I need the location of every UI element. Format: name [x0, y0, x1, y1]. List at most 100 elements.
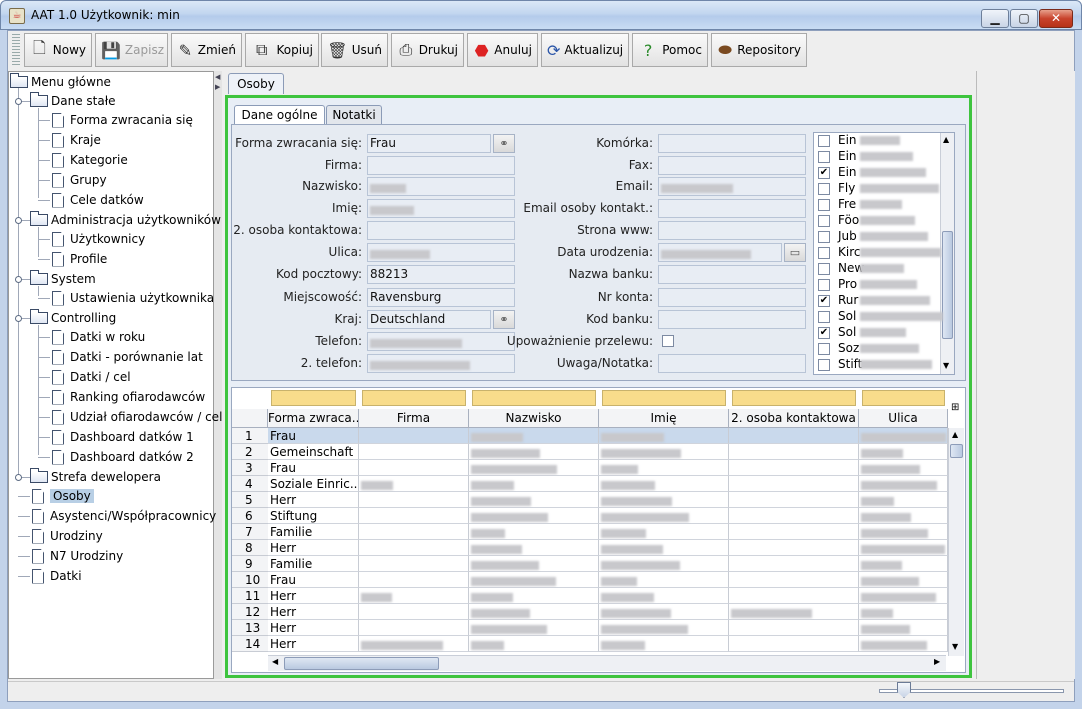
checklist-scrollbar[interactable]: ▲ ▼	[940, 133, 954, 374]
tree-group-3[interactable]: Controlling	[30, 309, 116, 327]
pomoc-button[interactable]: ? Pomoc	[632, 33, 708, 67]
tree-item[interactable]: Datki w roku	[52, 328, 145, 346]
table-cell[interactable]	[729, 428, 859, 444]
tree-item[interactable]: Kategorie	[52, 151, 128, 169]
zmień-button[interactable]: ✎ Zmień	[171, 33, 242, 67]
table-cell[interactable]	[729, 620, 859, 636]
table-cell[interactable]	[729, 572, 859, 588]
tree-item[interactable]: Datki - porównanie lat	[52, 348, 203, 366]
table-cell[interactable]: Familie	[268, 524, 359, 540]
scroll-up-icon[interactable]: ▲	[943, 135, 949, 144]
field-input-right-10[interactable]	[658, 354, 806, 373]
category-checkbox[interactable]	[818, 215, 830, 227]
table-cell[interactable]	[359, 444, 469, 460]
table-cell[interactable]	[729, 492, 859, 508]
expand-toggle-icon[interactable]	[15, 315, 22, 322]
transfer-authorization-checkbox[interactable]	[662, 335, 674, 347]
usuń-button[interactable]: 🗑 Usuń	[321, 33, 388, 67]
category-checkbox[interactable]	[818, 151, 830, 163]
field-input-right-4[interactable]	[658, 221, 806, 240]
expand-right-arrow-icon[interactable]: ▶	[215, 83, 220, 91]
table-horizontal-scrollbar[interactable]: ◀ ▶	[268, 655, 946, 671]
category-checkbox[interactable]	[818, 231, 830, 243]
table-cell[interactable]	[729, 476, 859, 492]
field-input-8[interactable]: Deutschland	[367, 310, 491, 329]
table-cell[interactable]	[359, 460, 469, 476]
collapse-left-arrow-icon[interactable]: ◀	[215, 73, 220, 81]
split-pane-divider[interactable]: ◀ ▶	[214, 71, 222, 679]
tab-dane-ogolne[interactable]: Dane ogólne	[234, 105, 325, 124]
field-input-6[interactable]: 88213	[367, 265, 515, 284]
table-cell[interactable]	[359, 572, 469, 588]
column-filter-input[interactable]	[362, 390, 466, 406]
category-checkbox[interactable]	[818, 135, 830, 147]
column-header[interactable]: Imię	[599, 409, 729, 428]
table-cell[interactable]: Herr	[268, 540, 359, 556]
column-filter-input[interactable]	[732, 390, 856, 406]
tree-root[interactable]: Menu główne	[10, 73, 111, 91]
column-chooser-icon[interactable]: ⊞	[951, 402, 959, 413]
zapisz-button[interactable]: 💾 Zapisz	[95, 33, 168, 67]
tree-item[interactable]: Użytkownicy	[52, 230, 145, 248]
category-checkbox[interactable]	[818, 311, 830, 323]
table-cell[interactable]	[359, 620, 469, 636]
field-input-right-6[interactable]	[658, 265, 806, 284]
tree-item[interactable]: Cele datków	[52, 191, 144, 209]
aktualizuj-button[interactable]: ⟳ Aktualizuj	[541, 33, 629, 67]
tree-item[interactable]: Kraje	[52, 131, 101, 149]
table-vertical-scrollbar[interactable]: ▲ ▼	[948, 428, 964, 656]
toolbar-grip[interactable]	[12, 34, 20, 66]
table-cell[interactable]: Frau	[268, 428, 359, 444]
tree-item[interactable]: Udział ofiarodawców / cel	[52, 408, 222, 426]
tree-item[interactable]: Forma zwracania się	[52, 111, 193, 129]
field-input-5[interactable]	[367, 243, 515, 262]
table-cell[interactable]: Herr	[268, 492, 359, 508]
table-scroll-up-icon[interactable]: ▲	[952, 430, 958, 439]
table-cell[interactable]: Stiftung	[268, 508, 359, 524]
table-cell[interactable]: Familie	[268, 556, 359, 572]
table-scroll-down-icon[interactable]: ▼	[952, 642, 958, 651]
tree-item-n7-urodziny[interactable]: N7 Urodziny	[32, 547, 123, 565]
table-cell[interactable]	[729, 588, 859, 604]
field-input-right-3[interactable]	[658, 199, 806, 218]
field-input-right-2[interactable]	[658, 177, 806, 196]
column-header[interactable]: Firma	[359, 409, 469, 428]
field-input-10[interactable]	[367, 354, 515, 373]
expand-toggle-icon[interactable]	[15, 217, 22, 224]
tree-item-datki[interactable]: Datki	[32, 567, 82, 585]
table-cell[interactable]: Frau	[268, 460, 359, 476]
anuluj-button[interactable]: ⬣ Anuluj	[467, 33, 538, 67]
table-cell[interactable]: Herr	[268, 636, 359, 652]
category-checkbox[interactable]: ✔	[818, 327, 830, 339]
tree-item-asystenci-wsp-pracownicy[interactable]: Asystenci/Współpracownicy	[32, 507, 216, 525]
tree-group-0[interactable]: Dane stałe	[30, 92, 116, 110]
expand-toggle-icon[interactable]	[15, 474, 22, 481]
tree-item[interactable]: Dashboard datków 2	[52, 448, 194, 466]
column-filter-input[interactable]	[602, 390, 726, 406]
field-input-1[interactable]	[367, 156, 515, 175]
field-input-right-7[interactable]	[658, 288, 806, 307]
scroll-left-icon[interactable]: ◀	[272, 657, 278, 666]
field-input-right-1[interactable]	[658, 156, 806, 175]
field-input-right-0[interactable]	[658, 134, 806, 153]
field-input-9[interactable]	[367, 332, 515, 351]
category-checkbox[interactable]	[818, 343, 830, 355]
column-header[interactable]: Forma zwraca...	[268, 409, 359, 428]
category-checkbox[interactable]	[818, 359, 830, 371]
tab-notatki[interactable]: Notatki	[326, 105, 382, 124]
column-filter-input[interactable]	[271, 390, 356, 406]
field-input-0[interactable]: Frau	[367, 134, 491, 153]
field-input-right-8[interactable]	[658, 310, 806, 329]
field-input-4[interactable]	[367, 221, 515, 240]
field-input-7[interactable]: Ravensburg	[367, 288, 515, 307]
table-cell[interactable]	[729, 540, 859, 556]
repository-button[interactable]: ⬬ Repository	[711, 33, 807, 67]
column-header[interactable]: Ulica	[859, 409, 948, 428]
kopiuj-button[interactable]: ⧉ Kopiuj	[245, 33, 319, 67]
tree-item[interactable]: Dashboard datków 1	[52, 428, 194, 446]
table-cell[interactable]	[359, 492, 469, 508]
table-cell[interactable]	[359, 428, 469, 444]
tree-group-4[interactable]: Strefa dewelopera	[30, 468, 161, 486]
category-checkbox[interactable]	[818, 279, 830, 291]
expand-toggle-icon[interactable]	[15, 276, 22, 283]
